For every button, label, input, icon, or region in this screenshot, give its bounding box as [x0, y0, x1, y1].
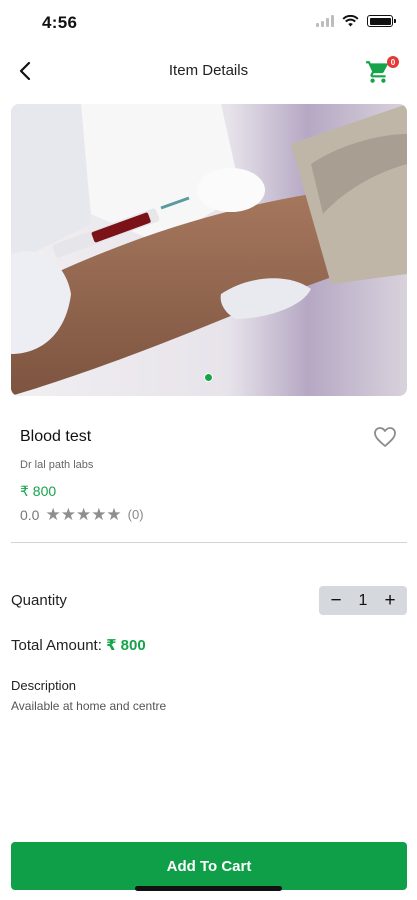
wishlist-button[interactable] [373, 426, 397, 448]
status-time: 4:56 [42, 13, 78, 32]
quantity-label: Quantity [11, 592, 67, 609]
status-icons [316, 15, 396, 27]
add-to-cart-button[interactable]: Add To Cart [11, 842, 407, 890]
carousel-indicator-dot[interactable] [204, 373, 213, 382]
battery-icon [367, 15, 396, 27]
decrease-quantity-button[interactable]: − [328, 591, 344, 610]
product-name: Blood test [20, 428, 92, 445]
signal-icon [316, 15, 334, 27]
rating-count: (0) [127, 507, 144, 522]
vendor-name: Dr lal path labs [20, 459, 94, 471]
product-price: ₹ 800 [20, 483, 57, 499]
divider [11, 542, 407, 543]
cart-badge: 0 [387, 56, 399, 68]
header: Item Details 0 [0, 50, 417, 92]
total-amount-label: Total Amount: [11, 637, 102, 654]
wifi-icon [342, 15, 359, 27]
increase-quantity-button[interactable]: + [382, 591, 398, 610]
quantity-value: 1 [358, 591, 368, 609]
product-image [11, 104, 407, 396]
description-text: Available at home and centre [11, 699, 167, 713]
total-amount-row: Total Amount: ₹ 800 [11, 636, 146, 654]
home-indicator [135, 886, 282, 891]
quantity-stepper: − 1 + [319, 586, 407, 615]
product-image-carousel[interactable] [11, 104, 407, 396]
status-bar: 4:56 [0, 0, 417, 44]
total-amount-value: ₹ 800 [106, 637, 146, 654]
cart-button[interactable]: 0 [365, 56, 399, 86]
page-title: Item Details [168, 62, 249, 79]
rating-row: 0.0 ★★★★★ (0) [20, 506, 144, 523]
description-title: Description [11, 678, 77, 693]
star-rating-icon: ★★★★★ [45, 505, 122, 524]
heart-icon [374, 427, 396, 447]
rating-value: 0.0 [20, 506, 40, 523]
